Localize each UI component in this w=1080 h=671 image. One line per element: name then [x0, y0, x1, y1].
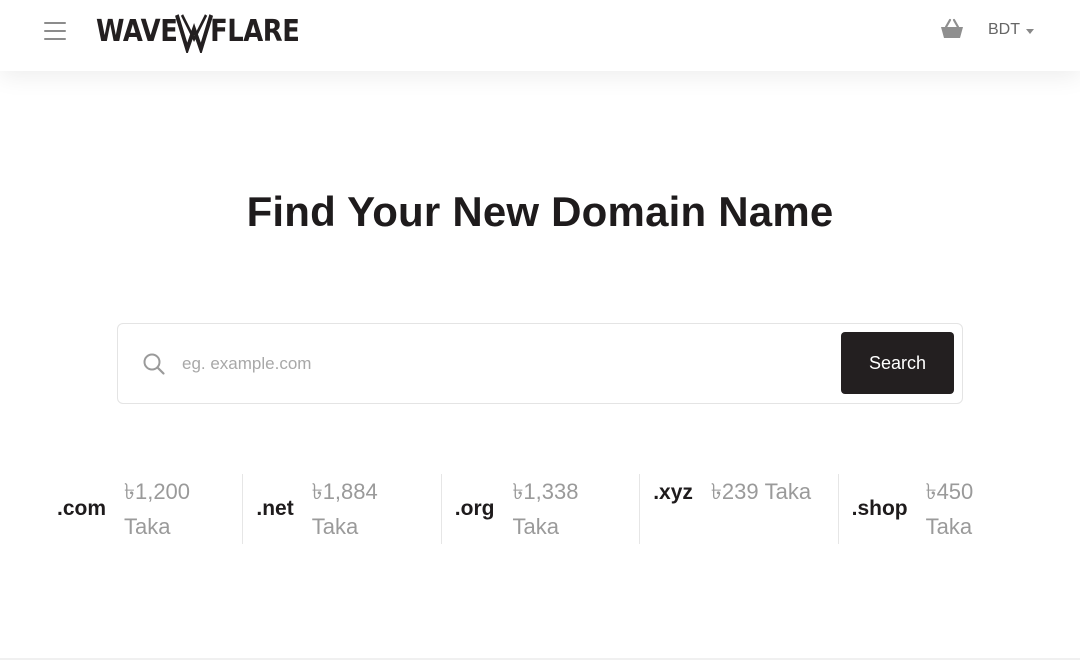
tld-extension: .com	[57, 497, 107, 520]
currency-label: BDT	[988, 21, 1020, 38]
tld-item-shop[interactable]: .shop ৳450 Taka	[837, 474, 1036, 544]
site-header: WAVE FLARE BDT	[0, 0, 1080, 71]
tld-extension: .org	[454, 497, 495, 520]
tld-item-org[interactable]: .org ৳1,338 Taka	[440, 474, 639, 544]
tld-price-list: .com ৳1,200 Taka .net ৳1,884 Taka .org ৳…	[44, 474, 1036, 544]
hamburger-menu-icon[interactable]	[40, 18, 70, 46]
tld-item-xyz[interactable]: .xyz ৳239 Taka	[639, 474, 837, 544]
search-icon	[143, 353, 165, 375]
tld-price: ৳450 Taka	[925, 479, 974, 539]
tld-item-com[interactable]: .com ৳1,200 Taka	[44, 474, 242, 544]
tld-extension: .net	[256, 497, 294, 520]
tld-price: ৳1,338 Taka	[512, 479, 579, 539]
shopping-basket-icon[interactable]	[940, 18, 964, 40]
logo-text-left: WAVE	[96, 13, 178, 49]
caret-down-icon	[1026, 28, 1034, 34]
tld-price: ৳239 Taka	[710, 479, 812, 504]
domain-search-input[interactable]	[180, 340, 830, 388]
site-logo[interactable]: WAVE FLARE	[96, 9, 300, 53]
tld-price: ৳1,884 Taka	[311, 479, 378, 539]
logo-text-right: FLARE	[210, 13, 300, 49]
tld-price: ৳1,200 Taka	[124, 479, 191, 539]
logo-mark-icon	[174, 14, 213, 53]
section-divider	[0, 658, 1080, 660]
page-title: Find Your New Domain Name	[246, 188, 834, 235]
search-button[interactable]: Search	[841, 332, 954, 394]
tld-extension: .shop	[851, 497, 908, 520]
tld-extension: .xyz	[653, 481, 693, 504]
currency-selector[interactable]: BDT	[988, 20, 1034, 40]
domain-search-form: Search	[117, 323, 963, 404]
tld-item-net[interactable]: .net ৳1,884 Taka	[242, 474, 440, 544]
